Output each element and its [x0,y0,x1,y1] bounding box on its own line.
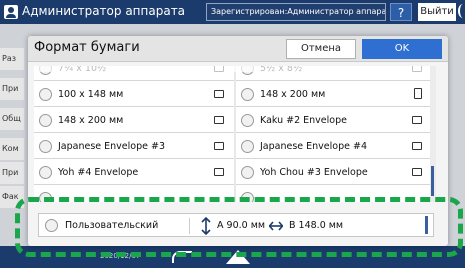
energy-saver-icon[interactable] [458,4,465,18]
list-item[interactable]: Japanese Envelope #3 [34,134,234,159]
list-item[interactable]: Kaku #2 Envelope [236,108,432,133]
help-button[interactable]: ? [390,3,412,21]
landscape-icon [412,142,422,150]
bg-tab-4: Ком [0,138,24,160]
list-item[interactable]: Japanese Envelope #4 [236,134,432,159]
landscape-icon [412,116,422,124]
portrait-icon [414,88,422,99]
landscape-icon [412,168,422,176]
dialog-header: Формат бумаги Отмена OK [28,36,448,62]
list-item-label: Japanese Envelope #4 [260,141,367,152]
list-item-label: 100 x 148 мм [58,89,124,100]
radio-button[interactable] [241,140,254,153]
cancel-button[interactable]: Отмена [286,39,356,59]
list-item[interactable]: Yoh #4 Envelope [34,160,234,185]
list-item-label: Yoh #4 Envelope [58,167,139,178]
list-item[interactable]: 100 x 148 мм [34,82,234,107]
landscape-icon [214,116,224,124]
paper-size-list: 7¼ x 10½ 5½ x 8½ 100 x 148 мм 148 x 200 … [34,66,436,202]
highlight-frame [15,197,463,257]
radio-button[interactable] [39,140,52,153]
bg-tab-2: При [0,78,24,100]
radio-button[interactable] [241,88,254,101]
column-divider [234,66,236,202]
radio-button[interactable] [39,166,52,179]
app-title: Администратор аппарата [22,4,186,18]
list-item[interactable]: 148 x 200 мм [236,82,432,107]
list-item[interactable]: Yoh Chou #3 Envelope [236,160,432,185]
bg-tab-3: Общ [0,108,24,130]
list-item[interactable]: 148 x 200 мм [34,108,234,133]
landscape-icon [214,142,224,150]
ok-button[interactable]: OK [362,39,442,59]
user-icon [4,5,18,19]
list-item-label: Kaku #2 Envelope [260,115,347,126]
radio-button[interactable] [241,114,254,127]
radio-button[interactable] [241,166,254,179]
list-item-label: Japanese Envelope #3 [58,141,165,152]
scrollbar-thumb[interactable] [431,166,434,196]
list-item-label: Yoh Chou #3 Envelope [260,167,368,178]
top-bar: Администратор аппарата Зарегистрирован:А… [0,0,465,24]
dialog-title: Формат бумаги [34,40,140,55]
bg-tab-5: При [0,162,24,184]
logout-button[interactable]: Выйти [418,3,456,21]
radio-button[interactable] [39,88,52,101]
bg-tab-1: Раз [0,48,24,70]
radio-button[interactable] [39,114,52,127]
list-scrollbar[interactable] [430,66,436,202]
landscape-icon [214,90,224,98]
list-item-label: 148 x 200 мм [260,89,326,100]
scroll-fade [34,66,436,72]
landscape-icon [214,168,224,176]
login-status[interactable]: Зарегистрирован:Администратор аппарат [206,3,386,21]
list-item-label: 148 x 200 мм [58,115,124,126]
